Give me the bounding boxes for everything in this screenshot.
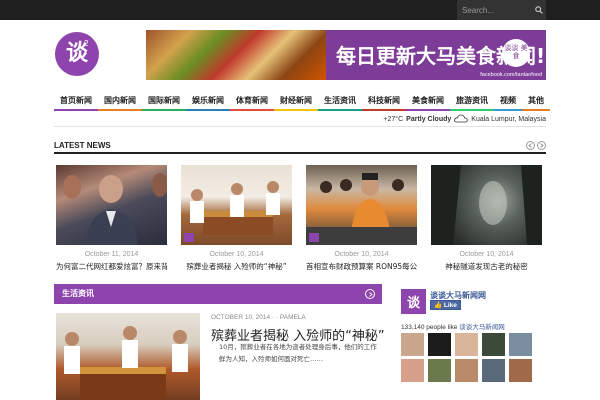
banner-facebook-link: facebook.com/tantanfood	[480, 72, 542, 78]
news-card[interactable]: October 10, 2014 殡葬业者揭秘 入殓师的“神秘”	[181, 165, 292, 272]
weather-location: Kuala Lumpur, Malaysia	[471, 116, 546, 123]
divider	[54, 126, 546, 127]
news-title[interactable]: 首相宣布财政预算案 RON95每公升降价	[306, 261, 417, 272]
nav-item[interactable]: 旅游资讯	[450, 93, 494, 111]
nav-item[interactable]: 体育新闻	[230, 93, 274, 111]
featured-image[interactable]	[56, 313, 200, 400]
news-date: October 10, 2014	[459, 251, 514, 258]
facebook-fan-avatar[interactable]	[482, 333, 505, 356]
thumbs-up-icon: 👍	[434, 302, 443, 309]
prev-arrow-icon[interactable]	[526, 141, 535, 150]
news-title[interactable]: 神秘隧道发现古老的秘密	[431, 261, 542, 272]
latest-news-arrows	[526, 141, 546, 150]
facebook-fan-avatar[interactable]	[509, 333, 532, 356]
facebook-fan-avatar[interactable]	[428, 359, 451, 382]
featured-excerpt: 10月，殡葬业者在各地为逝者处理身后事，他们的工作鲜为人知，入殓师如何面对死亡……	[219, 343, 377, 363]
news-title[interactable]: 殡葬业者揭秘 入殓师的“神秘”	[181, 261, 292, 272]
main-nav: 首页新闻 国内新闻 国际新闻 娱乐新闻 体育新闻 财经新闻 生活资讯 科技新闻 美食新闻 旅游资讯…	[54, 93, 550, 111]
nav-item[interactable]: 科技新闻	[362, 93, 406, 111]
news-thumbnail[interactable]	[431, 165, 542, 245]
news-card[interactable]: October 10, 2014 神秘隧道发现古老的秘密	[431, 165, 542, 272]
search-icon[interactable]	[532, 0, 546, 20]
news-title[interactable]: 为何富二代网红都爱炫富？原来背后的原因是这样	[56, 261, 167, 272]
news-date: October 10, 2014	[334, 251, 389, 258]
nav-item[interactable]: 国内新闻	[98, 93, 142, 111]
latest-news-heading: LATEST NEWS	[54, 141, 111, 150]
search-box	[457, 0, 546, 20]
section-header: 生活资讯	[54, 284, 382, 304]
section-title: 生活资讯	[62, 289, 94, 298]
site-logo[interactable]: 谈 2	[55, 32, 99, 76]
weather-temp: +27°C	[383, 116, 404, 123]
latest-news-rule	[54, 152, 546, 154]
facebook-like-button[interactable]: 👍 Like	[430, 300, 461, 310]
facebook-faces	[401, 333, 546, 382]
nav-item[interactable]: 国际新闻	[142, 93, 186, 111]
nav-item[interactable]: 视频	[494, 93, 522, 111]
nav-item[interactable]: 财经新闻	[274, 93, 318, 111]
facebook-fan-avatar[interactable]	[509, 359, 532, 382]
news-thumbnail[interactable]	[181, 165, 292, 245]
cloud-icon	[454, 114, 468, 125]
banner-food-image	[146, 30, 326, 80]
weather-widget: +27°C Partly Cloudy Kuala Lumpur, Malays…	[383, 114, 546, 125]
nav-item[interactable]: 美食新闻	[406, 93, 450, 111]
news-thumbnail[interactable]	[56, 165, 167, 245]
latest-news-list: October 11, 2014 为何富二代网红都爱炫富？原来背后的原因是这样 …	[56, 165, 542, 272]
news-thumbnail[interactable]	[306, 165, 417, 245]
next-arrow-icon[interactable]	[365, 289, 375, 299]
banner-badge: 谈谈 美食	[502, 39, 530, 67]
banner-ad[interactable]: 每日更新大马美食新闻! 谈谈 美食 facebook.com/tantanfoo…	[146, 30, 546, 80]
nav-item[interactable]: 其他	[522, 93, 550, 111]
facebook-widget: 谈 谈谈大马新闻网 👍 Like 133,140 people like 谈谈大…	[401, 289, 546, 400]
nav-item[interactable]: 生活资讯	[318, 93, 362, 111]
banner-panel: 每日更新大马美食新闻! 谈谈 美食 facebook.com/tantanfoo…	[326, 30, 546, 80]
camera-icon	[184, 233, 194, 242]
facebook-page-avatar[interactable]: 谈	[401, 289, 426, 314]
weather-condition: Partly Cloudy	[406, 116, 452, 123]
camera-icon	[309, 233, 319, 242]
news-date: October 10, 2014	[209, 251, 264, 258]
facebook-fan-avatar[interactable]	[482, 359, 505, 382]
featured-meta: OCTOBER 10, 2014 · · PAMELA	[211, 314, 306, 321]
news-date: October 11, 2014	[84, 251, 139, 258]
facebook-fan-avatar[interactable]	[428, 333, 451, 356]
facebook-fan-avatar[interactable]	[455, 333, 478, 356]
facebook-fan-avatar[interactable]	[401, 333, 424, 356]
top-bar	[0, 0, 600, 20]
news-card[interactable]: October 10, 2014 首相宣布财政预算案 RON95每公升降价	[306, 165, 417, 272]
next-arrow-icon[interactable]	[537, 141, 546, 150]
nav-item[interactable]: 娱乐新闻	[186, 93, 230, 111]
search-input[interactable]	[457, 0, 532, 20]
facebook-fan-avatar[interactable]	[401, 359, 424, 382]
nav-item[interactable]: 首页新闻	[54, 93, 98, 111]
facebook-fan-avatar[interactable]	[455, 359, 478, 382]
news-card[interactable]: October 11, 2014 为何富二代网红都爱炫富？原来背后的原因是这样	[56, 165, 167, 272]
facebook-like-count: 133,140 people like 谈谈大马新闻网	[401, 323, 505, 331]
